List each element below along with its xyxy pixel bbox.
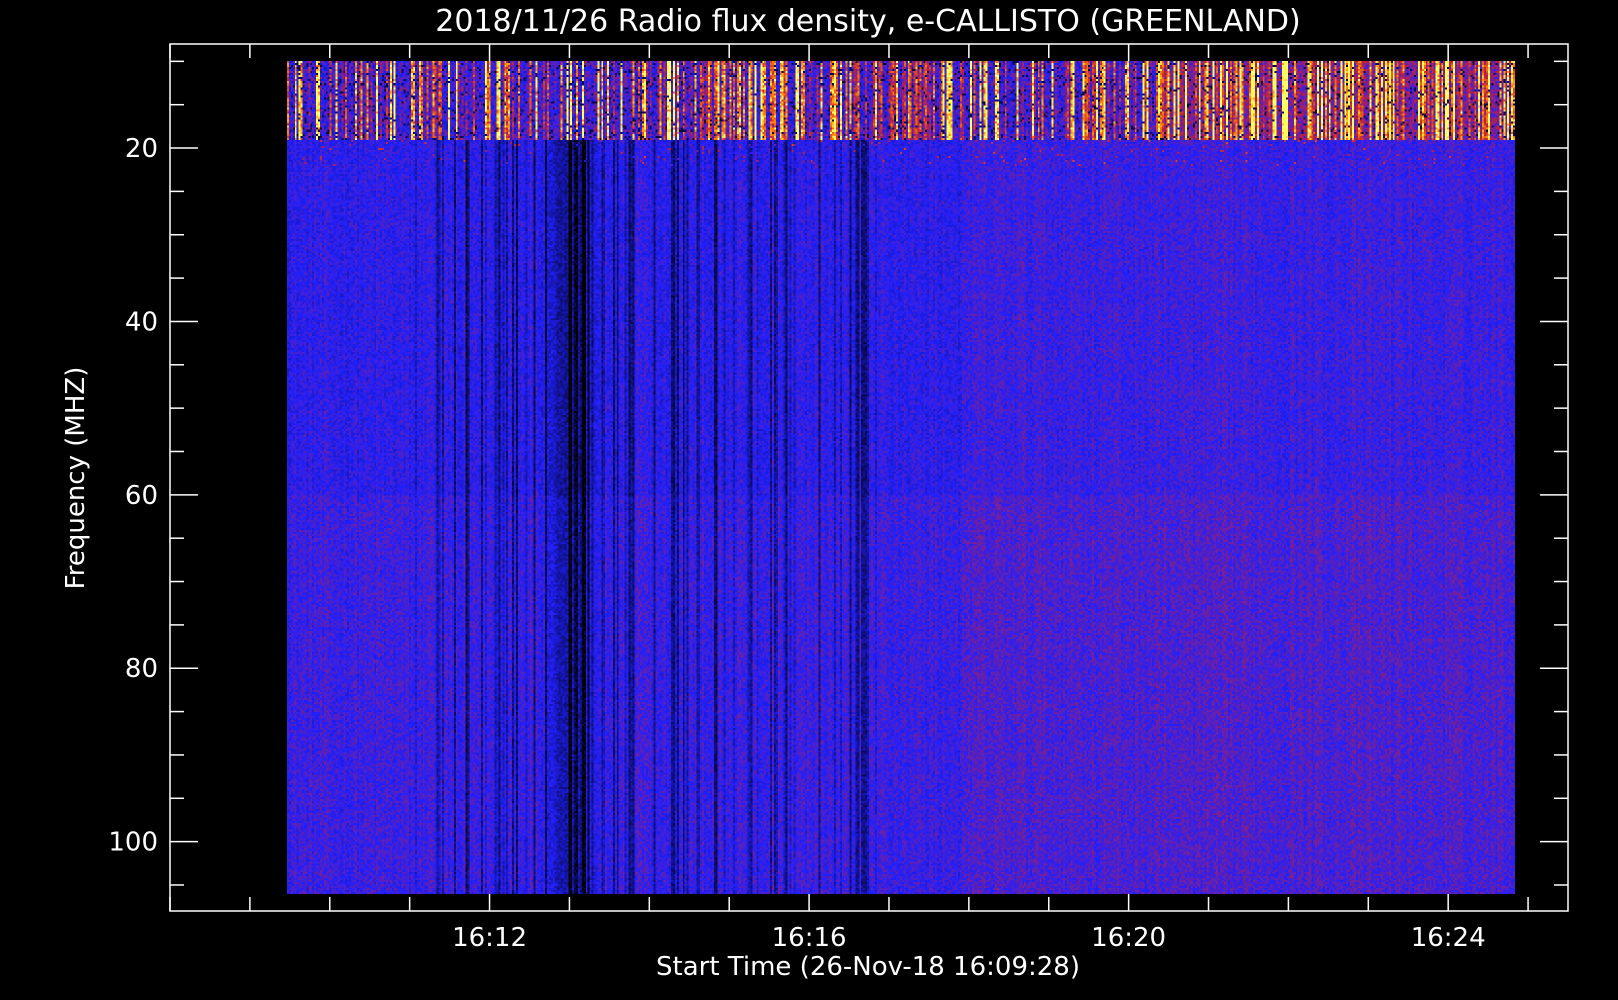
y-tick-label: 40 — [125, 307, 158, 337]
x-tick-label: 16:16 — [772, 923, 847, 953]
y-tick-label: 100 — [108, 828, 158, 858]
chart-title: 2018/11/26 Radio flux density, e-CALLIST… — [435, 4, 1300, 39]
y-tick-label: 20 — [125, 134, 158, 164]
x-tick-label: 16:20 — [1091, 923, 1166, 953]
x-axis-label: Start Time (26-Nov-18 16:09:28) — [656, 952, 1080, 982]
spectrogram-image — [287, 61, 1515, 894]
y-tick-label: 80 — [125, 654, 158, 684]
x-tick-label: 16:12 — [452, 923, 527, 953]
y-tick-label: 60 — [125, 481, 158, 511]
y-axis-label: Frequency (MHZ) — [61, 367, 91, 590]
x-tick-label: 16:24 — [1411, 923, 1486, 953]
